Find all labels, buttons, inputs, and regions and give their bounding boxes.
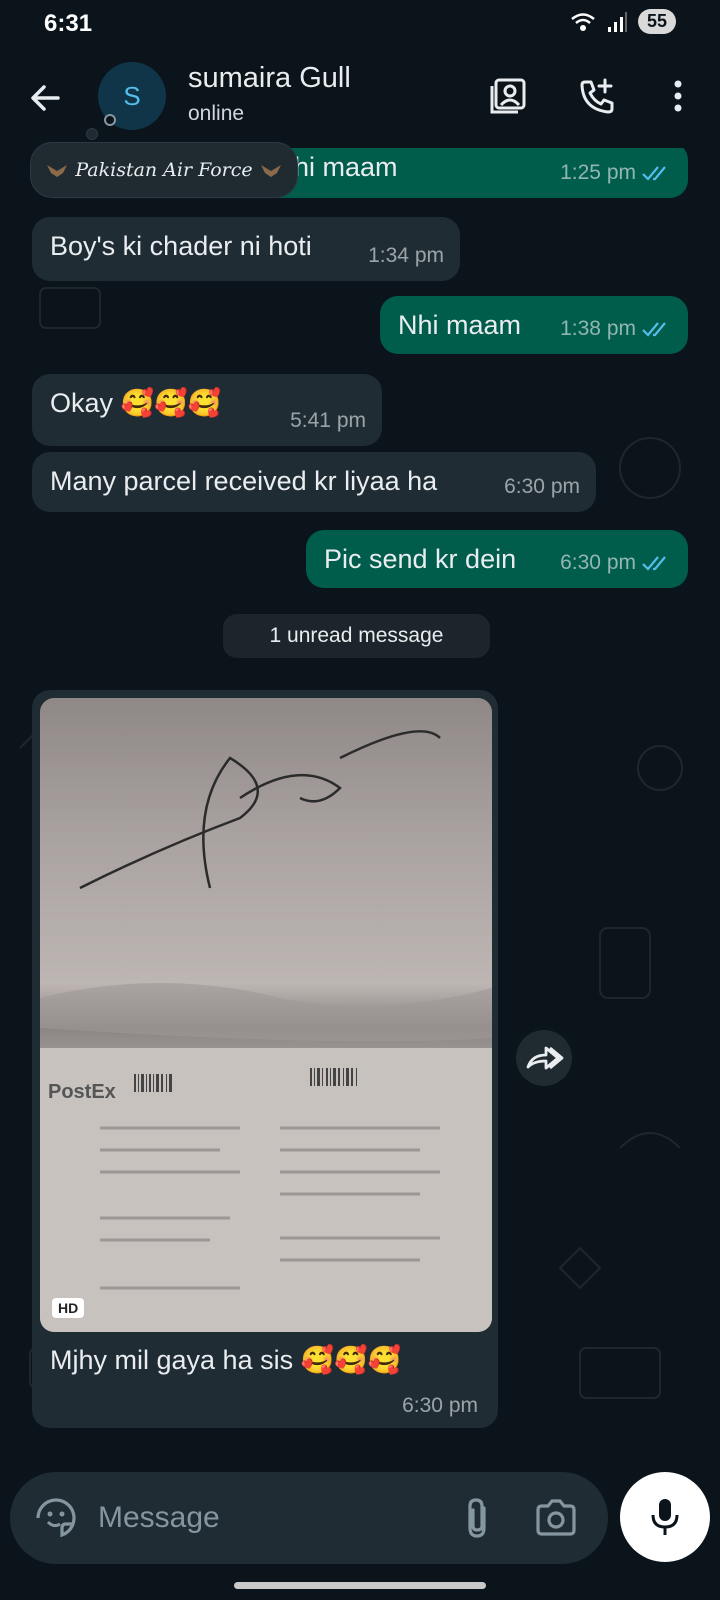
message-text: Boy's ki chader ni hoti — [50, 231, 312, 261]
message-time: 1:38 pm — [560, 317, 636, 340]
read-ticks-icon — [642, 166, 666, 181]
add-call-icon — [580, 78, 614, 114]
message-text: Pic send kr dein — [324, 544, 517, 574]
message-meta: 1:34 pm — [368, 239, 444, 273]
mic-icon — [651, 1499, 679, 1535]
message-meta: 1:25 pm — [560, 156, 672, 190]
message-time: 1:25 pm — [560, 161, 636, 184]
image-caption: Mjhy mil gaya ha sis 🥰🥰🥰 — [50, 1345, 402, 1375]
read-ticks-icon — [642, 322, 666, 337]
message-bubble-incoming[interactable]: Many parcel received kr liyaa ha 6:30 pm — [32, 452, 596, 512]
message-meta: 5:41 pm — [290, 404, 366, 438]
svg-text:PostEx: PostEx — [48, 1081, 116, 1103]
add-call-button[interactable] — [575, 74, 619, 118]
message-bubble-outgoing[interactable]: Pic send kr dein 6:30 pm — [306, 530, 688, 588]
online-indicator — [104, 114, 116, 126]
channel-chip[interactable]: Pakistan Air Force — [30, 142, 298, 198]
signal-icon — [607, 11, 627, 32]
back-arrow-icon — [31, 85, 60, 111]
message-meta: 6:30 pm — [504, 470, 580, 504]
message-composer — [10, 1472, 608, 1564]
message-text: Nhi maam — [398, 310, 522, 340]
unread-messages-divider: 1 unread message — [223, 614, 490, 658]
wifi-icon — [571, 12, 595, 31]
contact-name[interactable]: sumaira Gull — [188, 62, 351, 95]
contact-status: online — [188, 102, 245, 125]
message-input[interactable] — [98, 1492, 438, 1544]
camera-icon — [536, 1499, 576, 1536]
home-gesture-handle[interactable] — [234, 1582, 486, 1589]
message-text: Many parcel received kr liyaa ha — [50, 466, 438, 496]
message-meta: 1:38 pm — [560, 312, 672, 346]
status-bar: 6:31 55 — [0, 0, 720, 48]
message-time: 5:41 pm — [290, 409, 366, 432]
forward-button[interactable] — [516, 1030, 572, 1086]
more-icon — [674, 80, 682, 112]
contact-card-button[interactable] — [486, 74, 530, 118]
eagle-icon — [260, 165, 281, 177]
chat-area[interactable]: hi maam 1:25 pm Boy's ki chader ni hoti … — [0, 148, 720, 1468]
message-meta: 6:30 pm — [560, 546, 672, 580]
message-bubble-incoming[interactable]: Boy's ki chader ni hoti 1:34 pm — [32, 217, 460, 281]
eagle-icon — [47, 165, 68, 177]
message-time: 6:30 pm — [504, 475, 580, 498]
message-time: 1:34 pm — [368, 244, 444, 267]
chat-header: S sumaira Gull online — [0, 48, 720, 148]
parcel-photo-drawing: PostEx — [40, 730, 492, 1332]
attach-icon — [468, 1498, 486, 1538]
sticker-icon — [36, 1498, 76, 1538]
back-button[interactable] — [24, 76, 68, 120]
message-bubble-outgoing[interactable]: Nhi maam 1:38 pm — [380, 296, 688, 354]
message-time: 6:30 pm — [402, 1394, 478, 1417]
system-nav-bar — [0, 1566, 720, 1600]
status-icons: 55 — [570, 9, 676, 34]
message-bubble-incoming[interactable]: Okay 🥰🥰🥰 5:41 pm — [32, 374, 382, 446]
message-text: Okay 🥰🥰🥰 — [50, 388, 222, 418]
parcel-photo[interactable]: PostEx HD — [40, 698, 492, 1332]
contact-card-icon — [490, 78, 526, 114]
camera-button[interactable] — [532, 1494, 580, 1542]
status-time: 6:31 — [44, 10, 93, 37]
message-text: hi maam — [294, 152, 398, 182]
channel-chip-text: Pakistan Air Force — [75, 159, 253, 181]
battery-indicator: 55 — [637, 9, 676, 34]
read-ticks-icon — [642, 556, 666, 571]
sticker-button[interactable] — [32, 1494, 80, 1542]
attach-button[interactable] — [454, 1494, 502, 1542]
forward-icon — [526, 1046, 564, 1070]
mic-button[interactable] — [620, 1472, 710, 1562]
chip-pointer — [86, 128, 98, 140]
hd-badge: HD — [52, 1298, 85, 1318]
more-options-button[interactable] — [656, 74, 700, 118]
image-message-bubble[interactable]: PostEx HD Mjhy mil gaya ha sis 🥰🥰🥰 6:30 … — [32, 690, 498, 1428]
message-time: 6:30 pm — [560, 551, 636, 574]
message-bubble-outgoing[interactable]: hi maam 1:25 pm — [262, 148, 688, 198]
